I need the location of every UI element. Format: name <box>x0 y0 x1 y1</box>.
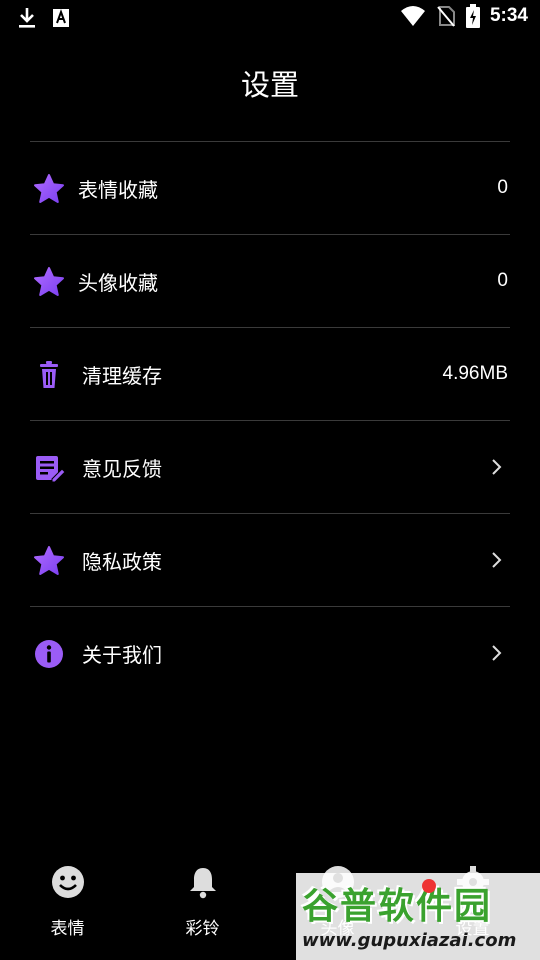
settings-item-privacy-policy[interactable]: 隐私政策 <box>30 513 510 606</box>
settings-item-value: 0 <box>497 270 508 291</box>
settings-item-clear-cache[interactable]: 清理缓存 4.96MB <box>30 327 510 420</box>
settings-item-emoji-favorites[interactable]: 表情收藏 0 <box>30 141 510 234</box>
settings-item-label: 头像收藏 <box>78 270 158 295</box>
feedback-note-icon <box>36 456 66 483</box>
settings-item-about-us[interactable]: 关于我们 <box>30 606 510 699</box>
bell-icon <box>189 868 216 899</box>
download-icon <box>19 8 35 28</box>
status-time: 5:34 <box>489 5 528 26</box>
settings-item-avatar-favorites[interactable]: 头像收藏 0 <box>30 234 510 327</box>
text-a-icon <box>53 9 69 27</box>
settings-item-feedback[interactable]: 意见反馈 <box>30 420 510 513</box>
settings-item-label: 清理缓存 <box>82 363 162 388</box>
watermark-title: 谷普软件园 <box>302 886 493 927</box>
chevron-right-icon <box>492 645 502 661</box>
chevron-right-icon <box>492 459 502 475</box>
star-icon <box>34 546 64 575</box>
chevron-right-icon <box>492 552 502 568</box>
status-bar: 5:34 <box>0 0 540 36</box>
watermark-url: www.gupuxiazai.com <box>302 930 517 951</box>
settings-item-label: 表情收藏 <box>78 177 158 202</box>
info-icon <box>35 640 63 668</box>
no-sim-icon <box>437 6 455 27</box>
tab-label: 彩铃 <box>185 919 220 939</box>
settings-list: 表情收藏 0 头像收藏 0 清理缓存 4.96MB 意见反馈 隐私政策 关于我们 <box>30 141 510 699</box>
settings-item-label: 隐私政策 <box>82 549 162 574</box>
trash-icon <box>40 361 58 388</box>
page-title: 设置 <box>240 68 299 102</box>
star-icon <box>34 267 64 296</box>
star-icon <box>34 174 64 203</box>
tab-label: 表情 <box>50 919 85 939</box>
smiley-icon <box>51 866 84 898</box>
settings-item-label: 关于我们 <box>82 642 162 667</box>
settings-item-value: 4.96MB <box>442 363 508 384</box>
tab-emoji[interactable]: 表情 <box>0 860 135 939</box>
wifi-icon <box>400 6 425 26</box>
settings-item-value: 0 <box>497 177 508 198</box>
watermark-dot <box>422 879 436 893</box>
site-watermark: 谷普软件园 www.gupuxiazai.com <box>296 873 540 960</box>
battery-charging-icon <box>465 4 480 28</box>
tab-ringtone[interactable]: 彩铃 <box>135 860 270 939</box>
settings-item-label: 意见反馈 <box>82 456 162 481</box>
